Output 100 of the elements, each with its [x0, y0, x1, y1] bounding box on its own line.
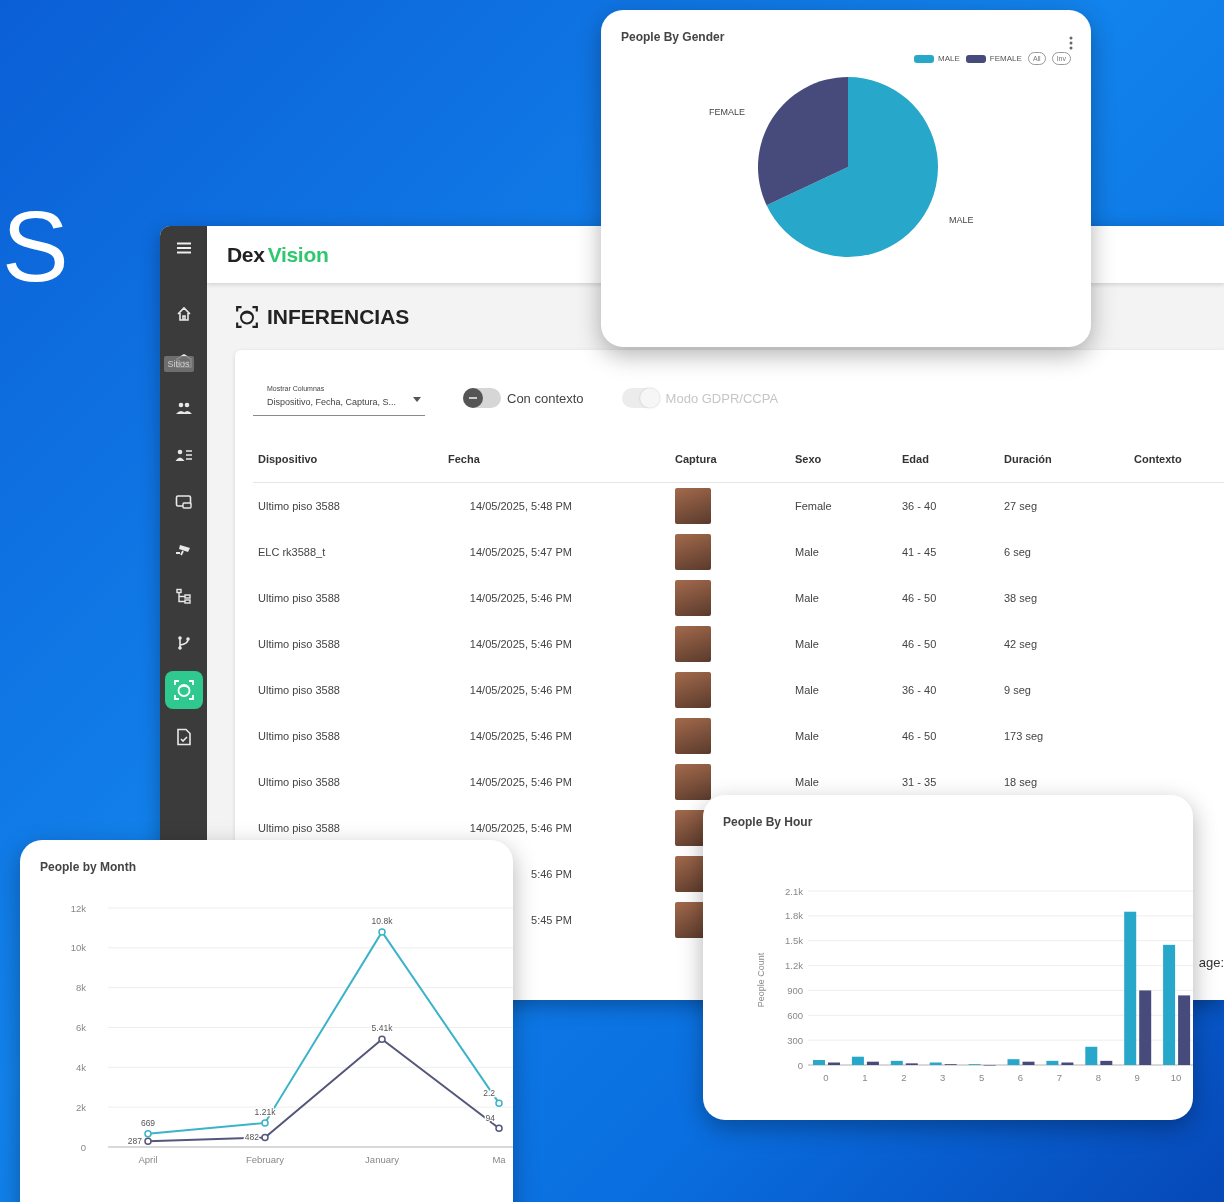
heading-text: S: [2, 196, 69, 296]
minus-icon: [469, 397, 477, 399]
column-header: Dispositivo: [257, 453, 319, 465]
table-cell: 6 seg: [1004, 546, 1031, 558]
table-cell: Ultimo piso 3588: [258, 822, 340, 834]
table-cell: Ultimo piso 3588: [258, 638, 340, 650]
table-cell: 36 - 40: [902, 500, 937, 512]
data-point: [261, 1133, 269, 1142]
table-cell: Male: [795, 684, 819, 696]
y-tick-label: 10k: [70, 942, 86, 954]
data-point: [378, 1035, 386, 1043]
x-tick-label: 7: [1056, 1072, 1063, 1083]
y-tick-label: 6k: [75, 1022, 86, 1033]
y-tick-label: 1.8k: [785, 910, 803, 922]
table-cell: Male: [795, 730, 819, 742]
data-label: 669: [140, 1117, 156, 1128]
table-cell-text: 14/05/2025, 5:46 PM: [468, 776, 572, 788]
x-tick-label: February: [246, 1154, 284, 1165]
y-tick-label: 2.1k: [785, 885, 803, 897]
x-tick-label: 0: [823, 1072, 829, 1083]
y-tick-label: 600: [787, 1009, 803, 1021]
hierarchy-icon: [174, 587, 193, 604]
bar: [851, 1056, 864, 1065]
caret-icon: [413, 396, 421, 402]
column-header: Edad: [901, 453, 930, 465]
chart-title: People By Hour: [722, 814, 814, 829]
bar: [866, 1061, 879, 1065]
data-label: 10.8k: [371, 915, 393, 926]
y-tick-label: 2k: [75, 1101, 86, 1113]
column-header: Duración: [1003, 453, 1053, 465]
column-header: Fecha: [447, 453, 481, 465]
table-cell-text: 5:46 PM: [530, 868, 572, 880]
table-cell-text: 14/05/2025, 5:46 PM: [468, 730, 572, 742]
x-tick-label: April: [138, 1154, 158, 1165]
bar: [1100, 1060, 1113, 1065]
table-cell: 173 seg: [1004, 730, 1044, 742]
face-scan-icon: [235, 304, 259, 329]
branch-icon: [175, 634, 192, 651]
table-cell: ELC rk3588_t: [258, 546, 326, 558]
table-cell: Male: [795, 638, 819, 650]
y-tick-label: 0: [797, 1059, 803, 1071]
y-tick-label: 8k: [75, 982, 86, 994]
x-tick-label: 10: [1170, 1072, 1182, 1083]
table-cell: 46 - 50: [902, 730, 937, 742]
table-cell: 18 seg: [1004, 776, 1038, 788]
x-tick-label: 3: [940, 1072, 946, 1083]
bar: [1085, 1046, 1098, 1065]
table-cell: 36 - 40: [902, 684, 937, 696]
table-cell: 27 seg: [1004, 500, 1038, 512]
bar: [828, 1062, 840, 1065]
bar: [1046, 1060, 1059, 1065]
logo: DexVision: [227, 242, 329, 267]
bar: [1178, 995, 1191, 1065]
legend-label: FEMALE: [989, 54, 1022, 63]
data-point: [378, 928, 386, 936]
table-cell: 38 seg: [1004, 592, 1038, 604]
chart-title: People by Month: [39, 859, 137, 874]
sidebar-item[interactable]: [164, 670, 203, 709]
bar: [1061, 1062, 1074, 1065]
tooltip: Sitios: [163, 355, 194, 372]
legend-label: MALE: [938, 54, 960, 63]
monitor-icon: [174, 493, 193, 510]
column-header: Contexto: [1133, 453, 1183, 465]
table-cell-text: 14/05/2025, 5:46 PM: [468, 684, 572, 696]
slice-label: MALE: [949, 215, 974, 225]
column-header: Sexo: [794, 453, 823, 465]
sidebar-item[interactable]: Sitios: [164, 341, 203, 380]
data-label: 94: [485, 1113, 495, 1124]
x-tick-label: 9: [1134, 1072, 1140, 1083]
data-point: [261, 1119, 269, 1127]
pagination-label: age:: [1198, 955, 1224, 970]
table-cell: 46 - 50: [902, 638, 937, 650]
table-cell-text: 14/05/2025, 5:46 PM: [468, 592, 572, 604]
table-cell: Male: [795, 546, 819, 558]
table-cell: Ultimo piso 3588: [258, 500, 340, 512]
table-cell: 46 - 50: [902, 592, 937, 604]
y-tick-label: 900: [787, 984, 803, 996]
toggle-switch[interactable]: Con contexto: [463, 388, 584, 408]
axis-title: People Count: [756, 952, 766, 1008]
y-tick-label: 4k: [75, 1061, 86, 1073]
x-tick-label: 8: [1095, 1072, 1101, 1083]
x-tick-label: Ma: [492, 1154, 506, 1165]
table-cell: Ultimo piso 3588: [258, 776, 340, 788]
data-point: [495, 1099, 503, 1107]
data-label: 287: [127, 1136, 142, 1147]
x-tick-label: 2: [901, 1072, 907, 1083]
document-check-icon: [175, 727, 192, 746]
table-cell: 41 - 45: [902, 546, 937, 558]
chart-title: People By Gender: [620, 29, 726, 44]
x-tick-label: 6: [1017, 1072, 1024, 1083]
table-cell: 31 - 35: [902, 776, 937, 788]
table-cell-text: 14/05/2025, 5:48 PM: [468, 500, 572, 512]
table-cell: 9 seg: [1004, 684, 1031, 696]
table-cell: Ultimo piso 3588: [258, 592, 340, 604]
slice-label: FEMALE: [709, 107, 745, 117]
table-cell: Male: [795, 776, 819, 788]
bar: [1007, 1059, 1020, 1065]
table-cell-text: 14/05/2025, 5:46 PM: [468, 822, 572, 834]
table-cell: Ultimo piso 3588: [258, 684, 340, 696]
y-tick-label: 12k: [70, 902, 86, 914]
